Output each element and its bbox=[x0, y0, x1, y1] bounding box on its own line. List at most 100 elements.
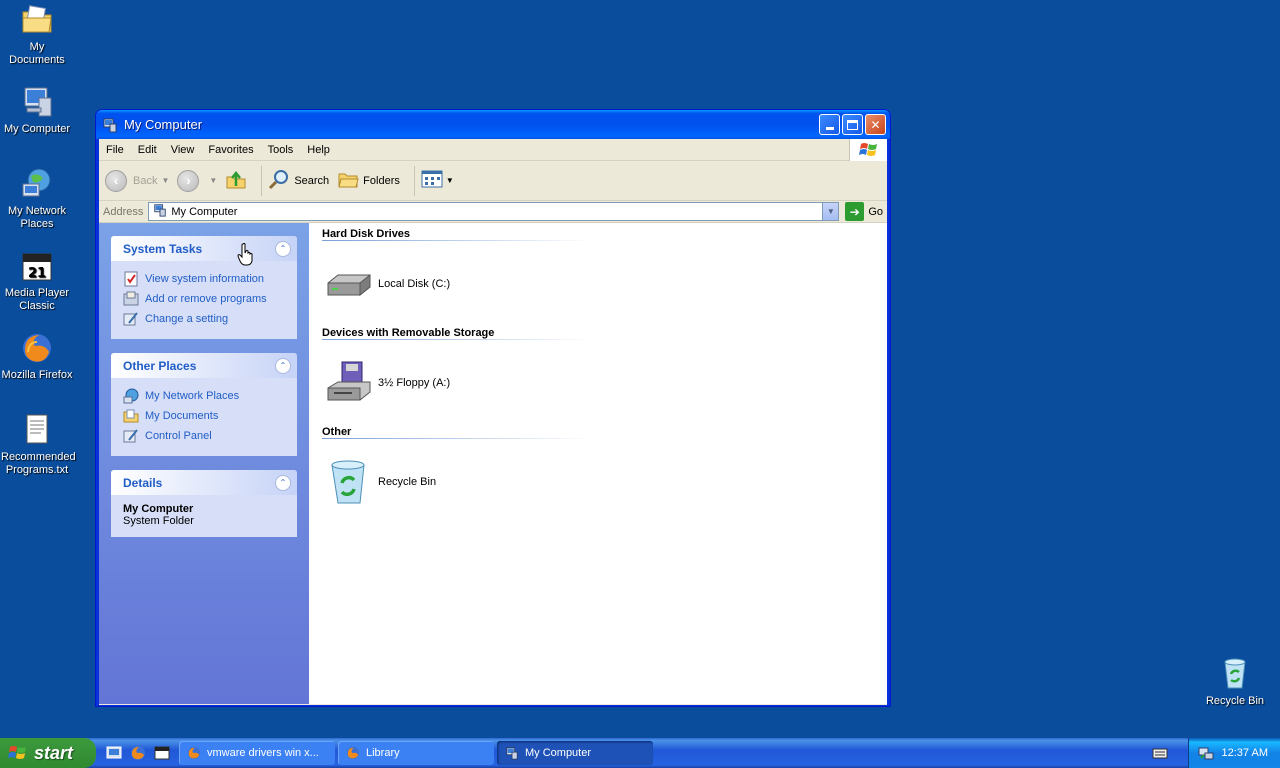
system-tasks-title: System Tasks bbox=[123, 241, 203, 256]
go-arrow-icon: ➔ bbox=[845, 202, 865, 221]
group-heading-removable-storage: Devices with Removable Storage bbox=[322, 325, 592, 341]
title-bar[interactable]: My Computer ✕ bbox=[96, 110, 890, 139]
back-label: Back bbox=[133, 174, 158, 187]
task-button-vmware-drivers[interactable]: vmware drivers win x... bbox=[179, 741, 335, 765]
task-button-my-computer[interactable]: My Computer bbox=[497, 741, 653, 765]
content-area: Hard Disk Drives Local Disk (C:) Devices… bbox=[309, 223, 887, 704]
system-tray: 12:37 AM bbox=[1188, 738, 1280, 768]
forward-button[interactable]: › ▼ bbox=[177, 169, 218, 192]
chevron-down-icon: ▼ bbox=[161, 176, 170, 185]
task-label: Library bbox=[366, 747, 400, 759]
link-label: Add or remove programs bbox=[145, 293, 267, 305]
my-documents-link[interactable]: My Documents bbox=[123, 406, 285, 426]
search-label: Search bbox=[294, 174, 330, 187]
control-panel-icon bbox=[123, 311, 139, 327]
details-name: My Computer bbox=[123, 503, 194, 515]
menu-help[interactable]: Help bbox=[300, 144, 337, 156]
task-label: vmware drivers win x... bbox=[207, 747, 319, 759]
start-label: start bbox=[34, 742, 74, 763]
network-status-icon[interactable] bbox=[1198, 745, 1214, 761]
address-input[interactable]: My Computer ▼ bbox=[148, 202, 840, 221]
menu-favorites[interactable]: Favorites bbox=[201, 144, 260, 156]
forward-arrow-icon: › bbox=[177, 169, 200, 192]
folders-button[interactable]: Folders bbox=[337, 168, 400, 193]
close-button[interactable]: ✕ bbox=[865, 114, 886, 135]
show-desktop-icon[interactable] bbox=[106, 745, 122, 761]
system-info-icon bbox=[123, 271, 139, 287]
address-dropdown-button[interactable]: ▼ bbox=[822, 203, 839, 220]
views-icon bbox=[421, 169, 445, 192]
address-value: My Computer bbox=[171, 205, 238, 218]
my-computer-window: My Computer ✕ File Edit View Favorites T… bbox=[95, 109, 891, 707]
keyboard-layout-icon[interactable] bbox=[1152, 746, 1168, 760]
desktop-icon-recommended-programs[interactable]: Recommended Programs.txt bbox=[0, 412, 76, 477]
menu-file[interactable]: File bbox=[99, 144, 131, 156]
link-label: My Network Places bbox=[145, 390, 240, 402]
link-label: View system information bbox=[145, 273, 265, 285]
clock[interactable]: 12:37 AM bbox=[1222, 747, 1268, 759]
folder-documents-icon bbox=[19, 2, 55, 38]
menu-edit[interactable]: Edit bbox=[131, 144, 164, 156]
my-network-places-link[interactable]: My Network Places bbox=[123, 386, 285, 406]
network-globe-icon bbox=[19, 166, 55, 202]
desktop-icon-mozilla-firefox[interactable]: Mozilla Firefox bbox=[0, 330, 74, 382]
computer-icon bbox=[102, 117, 118, 133]
minimize-button[interactable] bbox=[819, 114, 840, 135]
address-bar: Address My Computer ▼ ➔ Go bbox=[99, 201, 887, 223]
desktop-icon-recycle-bin[interactable]: Recycle Bin bbox=[1198, 656, 1272, 708]
local-disk-c-item[interactable]: Local Disk (C:) bbox=[322, 242, 887, 326]
quick-launch bbox=[96, 745, 176, 761]
media-player-icon[interactable] bbox=[154, 745, 170, 761]
network-globe-icon bbox=[123, 388, 139, 404]
view-system-information-link[interactable]: View system information bbox=[123, 269, 285, 289]
group-heading-hard-disk-drives: Hard Disk Drives bbox=[322, 226, 592, 242]
windows-logo-icon bbox=[849, 139, 887, 161]
address-label: Address bbox=[103, 205, 144, 218]
menu-view[interactable]: View bbox=[164, 144, 202, 156]
svg-text:21: 21 bbox=[28, 266, 46, 281]
views-button[interactable]: ▼ bbox=[421, 169, 454, 192]
firefox-icon[interactable] bbox=[130, 745, 146, 761]
collapse-chevron-icon[interactable]: ⌃ bbox=[275, 357, 291, 374]
collapse-chevron-icon[interactable]: ⌃ bbox=[275, 240, 291, 257]
taskbar: start vmware drivers win x... Library My… bbox=[0, 738, 1280, 768]
search-button[interactable]: Search bbox=[268, 168, 329, 193]
desktop-icon-my-documents[interactable]: My Documents bbox=[0, 2, 74, 67]
minimize-icon bbox=[825, 127, 834, 130]
up-folder-button[interactable] bbox=[225, 168, 247, 193]
hard-disk-icon bbox=[324, 259, 374, 309]
hand-cursor-icon bbox=[237, 242, 255, 266]
menu-tools[interactable]: Tools bbox=[261, 144, 301, 156]
back-button[interactable]: ‹ Back ▼ bbox=[105, 169, 170, 192]
desktop-icon-label: My Documents bbox=[9, 41, 65, 66]
control-panel-link[interactable]: Control Panel bbox=[123, 426, 285, 446]
link-label: Control Panel bbox=[145, 430, 212, 442]
maximize-button[interactable] bbox=[842, 114, 863, 135]
system-tasks-header[interactable]: System Tasks ⌃ bbox=[111, 236, 297, 261]
chevron-down-icon: ▼ bbox=[209, 176, 218, 185]
computer-icon bbox=[19, 84, 55, 120]
desktop-icon-my-network-places[interactable]: My Network Places bbox=[0, 166, 74, 231]
change-a-setting-link[interactable]: Change a setting bbox=[123, 309, 285, 329]
task-button-library[interactable]: Library bbox=[338, 741, 494, 765]
floppy-a-item[interactable]: 3½ Floppy (A:) bbox=[322, 341, 887, 425]
item-label: Recycle Bin bbox=[378, 476, 437, 488]
collapse-chevron-icon[interactable]: ⌃ bbox=[275, 474, 291, 491]
chevron-down-icon: ▼ bbox=[445, 176, 454, 185]
add-remove-programs-link[interactable]: Add or remove programs bbox=[123, 289, 285, 309]
item-label: Local Disk (C:) bbox=[378, 278, 451, 290]
desktop-icon-label: Recommended Programs.txt bbox=[1, 451, 76, 476]
computer-icon bbox=[505, 746, 519, 760]
add-remove-programs-icon bbox=[123, 291, 139, 307]
go-button[interactable]: ➔ Go bbox=[845, 202, 883, 221]
system-tasks-panel: System Tasks ⌃ View system information A… bbox=[111, 236, 297, 339]
toolbar-separator bbox=[261, 165, 263, 196]
other-places-header[interactable]: Other Places ⌃ bbox=[111, 353, 297, 378]
recycle-bin-item[interactable]: Recycle Bin bbox=[322, 440, 887, 524]
other-places-title: Other Places bbox=[123, 358, 197, 373]
details-header[interactable]: Details ⌃ bbox=[111, 470, 297, 495]
desktop-icon-media-player-classic[interactable]: 21 Media Player Classic bbox=[0, 248, 74, 313]
details-title: Details bbox=[123, 475, 163, 490]
desktop-icon-my-computer[interactable]: My Computer bbox=[0, 84, 74, 136]
start-button[interactable]: start bbox=[0, 738, 96, 768]
